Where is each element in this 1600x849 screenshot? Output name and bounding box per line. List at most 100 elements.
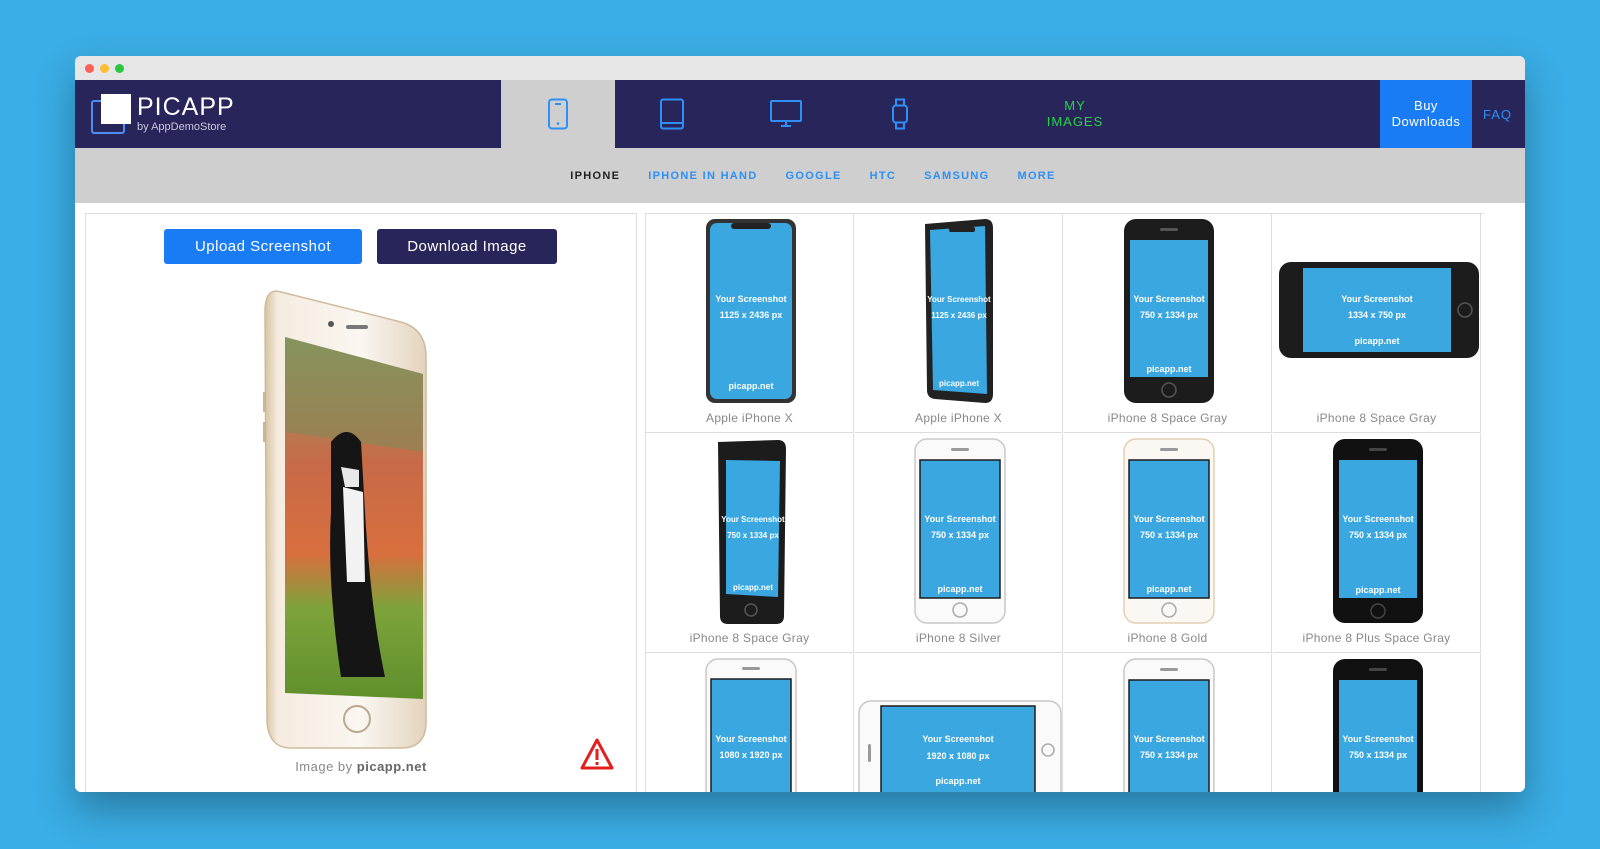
- buy-downloads-button[interactable]: Buy Downloads: [1380, 80, 1472, 148]
- mockup-site: picapp.net: [1354, 336, 1399, 346]
- credit-site: picapp.net: [356, 759, 427, 774]
- mockup-site: picapp.net: [1146, 584, 1191, 594]
- mockup-text-2: 750 x 1334 px: [1140, 310, 1198, 320]
- mockup-site: picapp.net: [935, 776, 980, 786]
- mockup-text-1: Your Screenshot: [1342, 734, 1413, 744]
- mockup-text-2: 750 x 1334 px: [1349, 530, 1407, 540]
- warning-icon[interactable]: [580, 738, 614, 770]
- mockup-text-1: Your Screenshot: [924, 514, 995, 524]
- upload-screenshot-button[interactable]: Upload Screenshot: [164, 229, 362, 264]
- mockup-text-2: 1125 x 2436 px: [720, 310, 783, 320]
- mockup-text-2: 750 x 1334 px: [1140, 530, 1198, 540]
- mockup-text-1: Your Screenshot: [922, 734, 993, 744]
- close-window-button[interactable]: [85, 64, 94, 73]
- credit-prefix: Image by: [295, 759, 357, 774]
- brand-name: PICAPP: [137, 93, 235, 121]
- mockup-card[interactable]: Your Screenshot 1080 x 1920 px: [646, 654, 854, 792]
- mockup-text-1: Your Screenshot: [721, 515, 785, 524]
- subnav-item-iphone-in-hand[interactable]: IPHONE IN HAND: [648, 170, 757, 182]
- mockup-text-2: 750 x 1334 px: [727, 531, 779, 540]
- subnav-item-htc[interactable]: HTC: [870, 170, 897, 182]
- top-navigation-bar: PICAPP by AppDemoStore MY IMAGES Buy Dow…: [75, 80, 1525, 148]
- monitor-icon: [770, 100, 802, 127]
- window-titlebar: [75, 56, 1525, 81]
- iphone-8-silver-mockup: Your Screenshot 750 x 1334 px picapp.net: [914, 438, 1006, 624]
- preview-panel: Upload Screenshot Download Image Image b…: [85, 213, 637, 792]
- mockup-card[interactable]: Your Screenshot 750 x 1334 px picapp.net…: [646, 434, 854, 653]
- my-images-link[interactable]: MY IMAGES: [1015, 80, 1135, 148]
- mockup-name: iPhone 8 Space Gray: [689, 631, 810, 645]
- mockup-text-1: Your Screenshot: [1342, 514, 1413, 524]
- mockup-site: picapp.net: [1355, 585, 1400, 595]
- tablet-icon: [660, 98, 684, 130]
- mockup-site: picapp.net: [733, 583, 773, 592]
- mockup-card[interactable]: Your Screenshot 1125 x 2436 px picapp.ne…: [855, 214, 1063, 433]
- subnav-item-more[interactable]: MORE: [1017, 170, 1055, 182]
- mockup-card[interactable]: Your Screenshot 1334 x 750 px picapp.net…: [1273, 214, 1481, 433]
- download-image-button[interactable]: Download Image: [377, 229, 557, 264]
- mockup-text-1: Your Screenshot: [1133, 294, 1204, 304]
- mockup-site: picapp.net: [1146, 364, 1191, 374]
- mockup-text-2: 750 x 1334 px: [931, 530, 989, 540]
- mockup-card[interactable]: Your Screenshot 1125 x 2436 px picapp.ne…: [646, 214, 854, 433]
- mockup-text-2: 1125 x 2436 px: [931, 311, 987, 320]
- mockup-text-2: 750 x 1334 px: [1140, 750, 1198, 760]
- mockup-text-1: Your Screenshot: [715, 294, 786, 304]
- mockup-site: picapp.net: [937, 584, 982, 594]
- subnav-item-iphone[interactable]: IPHONE: [570, 170, 620, 182]
- mockup-site: picapp.net: [728, 381, 773, 391]
- phone-icon: [548, 98, 568, 130]
- category-subnav: IPHONE IPHONE IN HAND GOOGLE HTC SAMSUNG…: [75, 148, 1525, 203]
- mockup-card[interactable]: Your Screenshot 750 x 1334 px: [1273, 654, 1481, 792]
- mockup-card[interactable]: Your Screenshot 750 x 1334 px picapp.net…: [1064, 214, 1272, 433]
- mockup-name: Apple iPhone X: [706, 411, 793, 425]
- buy-downloads-line1: Buy: [1414, 98, 1438, 113]
- mockup-text-2: 1334 x 750 px: [1348, 310, 1406, 320]
- mockup-name: Apple iPhone X: [915, 411, 1002, 425]
- mockup-site: picapp.net: [939, 379, 979, 388]
- iphone-8-landscape-mockup: Your Screenshot 1334 x 750 px picapp.net: [1279, 262, 1479, 358]
- mockup-grid: Your Screenshot 1125 x 2436 px picapp.ne…: [645, 213, 1484, 792]
- watch-icon: [892, 98, 908, 130]
- mockup-name: iPhone 8 Space Gray: [1316, 411, 1437, 425]
- iphone-8-plus-mockup: Your Screenshot 750 x 1334 px picapp.net: [1333, 439, 1423, 623]
- subnav-item-samsung[interactable]: SAMSUNG: [924, 170, 989, 182]
- tab-watch[interactable]: [843, 80, 957, 148]
- tab-tablet[interactable]: [615, 80, 729, 148]
- mockup-name: iPhone 8 Silver: [915, 631, 1002, 645]
- picapp-logo-icon[interactable]: [91, 94, 131, 134]
- faq-link[interactable]: FAQ: [1483, 80, 1512, 148]
- mockup-text-2: 750 x 1334 px: [1349, 750, 1407, 760]
- mockup-name: iPhone 8 Plus Space Gray: [1302, 631, 1451, 645]
- mockup-text-2: 1080 x 1920 px: [719, 750, 782, 760]
- iphone-x-angled-mockup: Your Screenshot 1125 x 2436 px picapp.ne…: [925, 219, 993, 403]
- iphone-preview-image: [263, 290, 427, 749]
- iphone-8-black-mockup: Your Screenshot 750 x 1334 px: [1333, 659, 1423, 792]
- minimize-window-button[interactable]: [100, 64, 109, 73]
- mockup-card[interactable]: Your Screenshot 750 x 1334 px picapp.net…: [855, 434, 1063, 653]
- iphone-8-angled-mockup: Your Screenshot 750 x 1334 px picapp.net: [718, 440, 786, 624]
- iphone-8-plus-landscape-mockup: Your Screenshot 1920 x 1080 px picapp.ne…: [858, 700, 1062, 792]
- mockup-card[interactable]: Your Screenshot 750 x 1334 px picapp.net…: [1064, 434, 1272, 653]
- mockup-name: iPhone 8 Space Gray: [1107, 411, 1228, 425]
- tab-monitor[interactable]: [729, 80, 843, 148]
- mockup-text-1: Your Screenshot: [1133, 734, 1204, 744]
- mockup-card[interactable]: Your Screenshot 750 x 1334 px picapp.net…: [1273, 434, 1481, 653]
- mockup-text-2: 1920 x 1080 px: [926, 751, 989, 761]
- tab-phone[interactable]: [501, 80, 615, 148]
- iphone-x-mockup: Your Screenshot 1125 x 2436 px picapp.ne…: [706, 219, 796, 403]
- mockup-card[interactable]: Your Screenshot 1920 x 1080 px picapp.ne…: [855, 654, 1063, 792]
- maximize-window-button[interactable]: [115, 64, 124, 73]
- browser-window: PICAPP by AppDemoStore MY IMAGES Buy Dow…: [75, 56, 1525, 792]
- brand[interactable]: PICAPP by AppDemoStore: [137, 94, 235, 133]
- brand-tagline: by AppDemoStore: [137, 121, 227, 133]
- my-images-line1: MY: [1064, 98, 1086, 113]
- subnav-item-google[interactable]: GOOGLE: [786, 170, 842, 182]
- buy-downloads-line2: Downloads: [1391, 114, 1461, 129]
- mockup-text-1: Your Screenshot: [1341, 294, 1412, 304]
- mockup-text-1: Your Screenshot: [927, 295, 991, 304]
- mockup-text-1: Your Screenshot: [715, 734, 786, 744]
- iphone-8-gold-mockup: Your Screenshot 750 x 1334 px picapp.net: [1123, 438, 1215, 624]
- iphone-8-mockup: Your Screenshot 750 x 1334 px picapp.net: [1124, 219, 1214, 403]
- mockup-card[interactable]: Your Screenshot 750 x 1334 px: [1064, 654, 1272, 792]
